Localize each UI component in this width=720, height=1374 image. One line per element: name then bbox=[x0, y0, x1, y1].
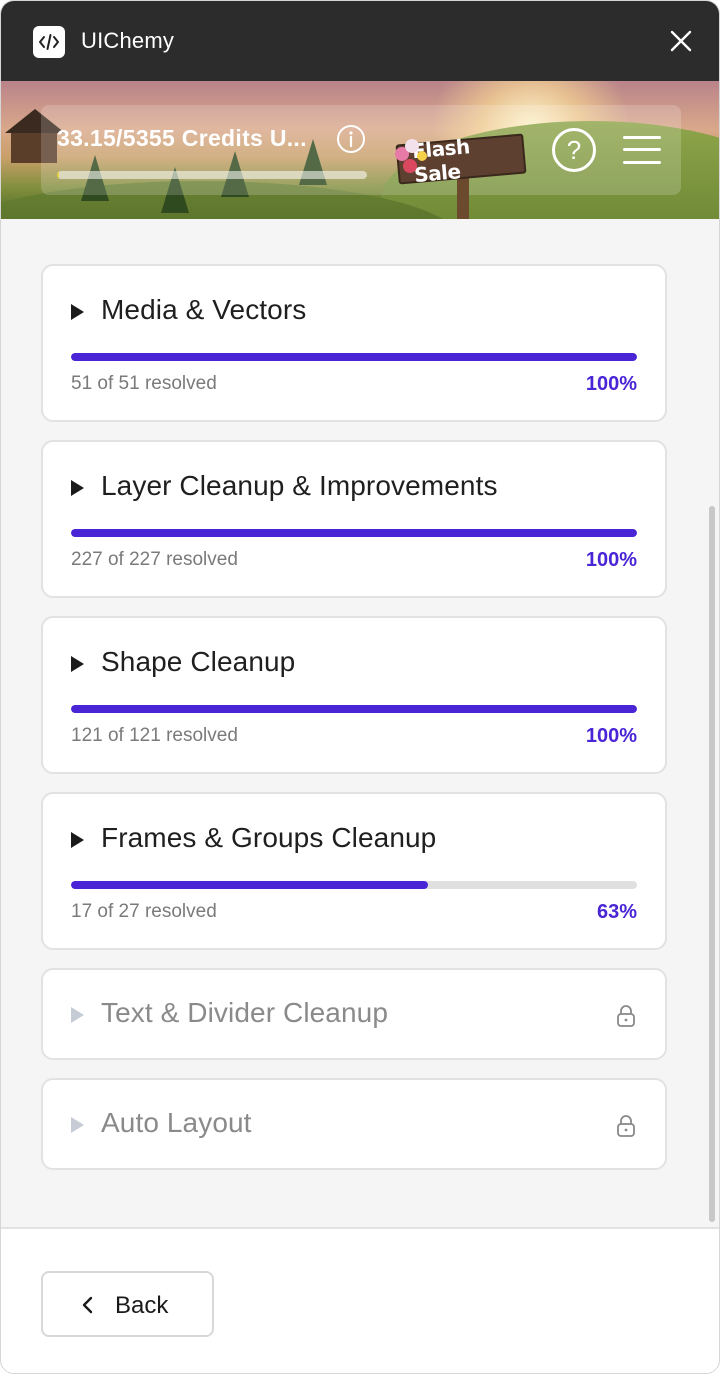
expand-caret-icon bbox=[71, 304, 84, 320]
progress-fill bbox=[71, 881, 428, 889]
scrollbar[interactable] bbox=[709, 506, 715, 1222]
progress-percent: 100% bbox=[585, 725, 637, 747]
credits-progress-bar bbox=[57, 171, 367, 179]
section-title: Text & Divider Cleanup bbox=[101, 997, 388, 1028]
credits-progress-fill bbox=[57, 171, 59, 179]
section-card-frames-groups[interactable]: Frames & Groups Cleanup 17 of 27 resolve… bbox=[41, 792, 667, 950]
expand-caret-icon bbox=[71, 656, 84, 672]
section-title: Auto Layout bbox=[101, 1107, 252, 1138]
progress-percent: 100% bbox=[585, 549, 637, 571]
flash-sale-label: Flash Sale bbox=[411, 134, 471, 188]
close-button[interactable] bbox=[665, 25, 697, 57]
section-title: Media & Vectors bbox=[101, 294, 307, 325]
lock-icon bbox=[617, 1115, 635, 1137]
resolved-count: 51 of 51 resolved bbox=[71, 373, 217, 394]
section-title: Shape Cleanup bbox=[101, 646, 296, 677]
back-button[interactable]: Back bbox=[41, 1271, 214, 1337]
flower-icon bbox=[417, 151, 427, 161]
section-title: Layer Cleanup & Improvements bbox=[101, 470, 498, 501]
section-card-text-divider-locked[interactable]: Text & Divider Cleanup bbox=[41, 968, 667, 1060]
flash-sale-sign[interactable]: Flash Sale bbox=[393, 133, 529, 219]
section-title: Frames & Groups Cleanup bbox=[101, 822, 437, 853]
plugin-window: UIChemy 33.15/5355 Credits U... Flash Sa… bbox=[0, 0, 720, 1374]
resolved-count: 121 of 121 resolved bbox=[71, 725, 238, 746]
progress-bar bbox=[71, 881, 637, 889]
progress-bar bbox=[71, 353, 637, 361]
back-button-label: Back bbox=[115, 1292, 169, 1319]
chevron-left-icon bbox=[82, 1296, 93, 1314]
expand-caret-icon bbox=[71, 832, 84, 848]
flower-icon bbox=[403, 159, 417, 173]
title-bar: UIChemy bbox=[1, 1, 719, 81]
question-circle-icon: ? bbox=[566, 135, 582, 165]
expand-caret-icon bbox=[71, 1007, 84, 1023]
progress-percent: 63% bbox=[596, 901, 637, 923]
footer-bar: Back bbox=[1, 1227, 719, 1373]
progress-percent: 100% bbox=[585, 373, 637, 395]
info-icon[interactable] bbox=[336, 124, 366, 154]
credits-usage-text: 33.15/5355 Credits U... bbox=[57, 125, 307, 151]
flower-icon bbox=[405, 139, 419, 153]
resolved-count: 227 of 227 resolved bbox=[71, 549, 238, 570]
progress-fill bbox=[71, 529, 637, 537]
progress-bar bbox=[71, 705, 637, 713]
section-card-shape-cleanup[interactable]: Shape Cleanup 121 of 121 resolved 100% bbox=[41, 616, 667, 774]
progress-fill bbox=[71, 353, 637, 361]
progress-bar bbox=[71, 529, 637, 537]
app-title: UIChemy bbox=[81, 28, 175, 53]
resolved-count: 17 of 27 resolved bbox=[71, 901, 217, 922]
section-card-media-vectors[interactable]: Media & Vectors 51 of 51 resolved 100% bbox=[41, 264, 667, 422]
expand-caret-icon bbox=[71, 480, 84, 496]
progress-fill bbox=[71, 705, 637, 713]
hamburger-menu-icon[interactable] bbox=[623, 135, 661, 165]
help-button[interactable]: ? bbox=[552, 128, 596, 172]
lock-icon bbox=[617, 1005, 635, 1027]
expand-caret-icon bbox=[71, 1117, 84, 1133]
section-card-auto-layout-locked[interactable]: Auto Layout bbox=[41, 1078, 667, 1170]
close-icon bbox=[670, 30, 692, 52]
code-icon bbox=[33, 26, 65, 58]
section-card-layer-cleanup[interactable]: Layer Cleanup & Improvements 227 of 227 … bbox=[41, 440, 667, 598]
